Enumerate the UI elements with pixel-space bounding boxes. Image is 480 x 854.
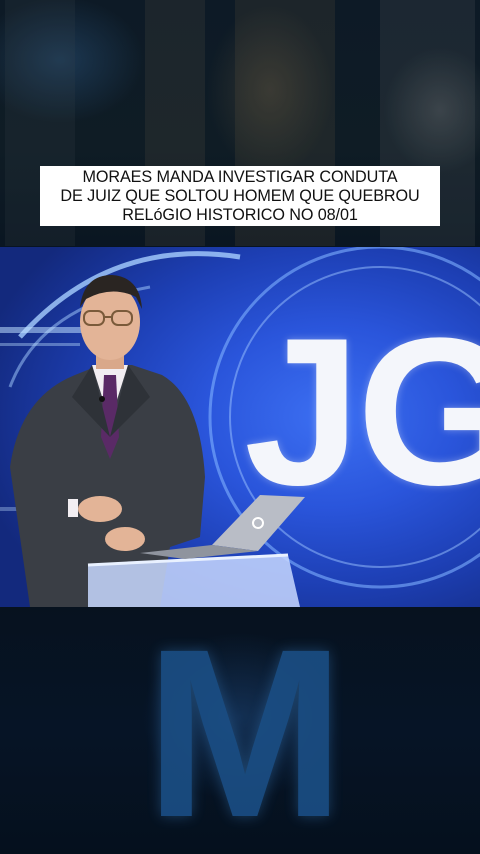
headline-line-2: DE JUIZ QUE SOLTOU HOMEM QUE QUEBROU <box>60 186 420 205</box>
headline-line-1: MORAES MANDA INVESTIGAR CONDUTA <box>82 167 398 186</box>
laptop <box>212 495 305 551</box>
headline-line-3: RELóGIO HISTORICO NO 08/01 <box>122 205 358 224</box>
blurred-background-bottom: M <box>0 607 480 854</box>
reel-frame: MORAES MANDA INVESTIGAR CONDUTA DE JUIZ … <box>0 0 480 854</box>
headline-caption: MORAES MANDA INVESTIGAR CONDUTA DE JUIZ … <box>40 166 440 226</box>
presenter-scene <box>10 275 305 607</box>
video-frame[interactable]: JG <box>0 247 480 607</box>
watermark-letter: M <box>145 607 345 854</box>
